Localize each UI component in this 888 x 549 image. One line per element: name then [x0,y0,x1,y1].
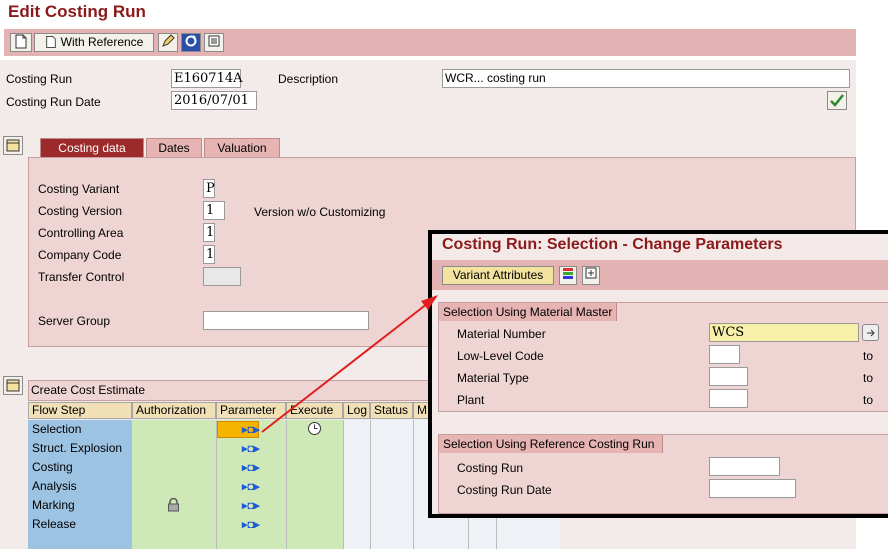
annotation-arrow [261,295,438,433]
